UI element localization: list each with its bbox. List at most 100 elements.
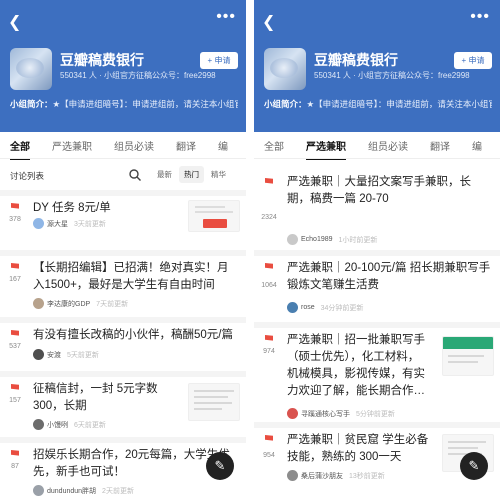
tab-bar: 全部 严选兼职 组员必读 翻译 编: [0, 138, 246, 160]
sort-latest[interactable]: 最新: [152, 166, 177, 183]
panel-gap: [246, 0, 254, 500]
flag-icon: [265, 178, 273, 184]
discussion-list: 378 DY 任务 8元/单 源大星 3天前更新 167 【长期招编辑】已招满！绝…: [0, 190, 246, 500]
author-name: 桑后蒲沙朋友: [301, 472, 343, 480]
item-author[interactable]: 源大星 3天前更新: [33, 218, 106, 229]
vote-count: 974: [263, 348, 275, 355]
discussion-toolbar: 讨论列表 最新 热门 精华: [0, 166, 246, 186]
back-chevron-icon[interactable]: ❮: [262, 12, 275, 32]
item-author[interactable]: rose 34分钟前更新: [287, 302, 363, 313]
flag-icon: [11, 450, 19, 456]
flag-icon: [11, 330, 19, 336]
discussion-list: 2324 严选兼职｜大量招文案写手兼职，长期，稿费一篇 20-70 Echo19…: [254, 166, 500, 500]
apply-button[interactable]: + 申请: [200, 52, 238, 69]
avatar: [33, 485, 44, 496]
back-chevron-icon[interactable]: ❮: [8, 12, 21, 32]
divider: [254, 158, 500, 159]
tab-all[interactable]: 全部: [10, 138, 30, 160]
item-author[interactable]: dundundun胖胡 2天前更新: [33, 485, 134, 496]
tab-members-must-read[interactable]: 组员必读: [114, 138, 154, 156]
flag-icon: [265, 335, 273, 341]
list-item[interactable]: 2324 严选兼职｜大量招文案写手兼职，长期，稿费一篇 20-70 Echo19…: [254, 166, 500, 250]
edit-icon[interactable]: ✎: [206, 452, 234, 480]
vote-count: 537: [9, 343, 21, 350]
author-name: 寻蹊通核心写手: [301, 410, 350, 418]
sort-hot[interactable]: 热门: [179, 166, 204, 183]
update-time: 5分钟前更新: [356, 410, 395, 418]
group-intro[interactable]: 小组简介：★【申请进组暗号】：申请进组前，请关注本小组官方征稿平台微信公众号：丁…: [10, 98, 238, 111]
avatar: [33, 419, 44, 430]
intro-label: 小组简介：: [264, 99, 307, 109]
item-title: 严选兼职｜20-100元/篇 招长期兼职写手 锻炼文笔赚生活费: [287, 262, 491, 291]
list-item[interactable]: 378 DY 任务 8元/单 源大星 3天前更新: [0, 190, 246, 250]
flag-icon: [11, 384, 19, 390]
list-item[interactable]: 167 【长期招编辑】已招满！绝对真实！月入1500+，最好是大学生有自由时间 …: [0, 250, 246, 317]
update-time: 13秒前更新: [349, 472, 385, 480]
vote-count: 1064: [261, 282, 277, 289]
edit-icon[interactable]: ✎: [460, 452, 488, 480]
divider: [0, 158, 246, 159]
vote-count: 87: [11, 463, 19, 470]
item-title: 严选兼职｜大量招文案写手兼职，长期，稿费一篇 20-70: [287, 176, 471, 205]
author-name: 李达康的GDP: [47, 300, 91, 308]
item-author[interactable]: 寻蹊通核心写手 5分钟前更新: [287, 408, 395, 419]
intro-text: ★【申请进组暗号】：申请进组前，请关注本小组官方征稿平台微信公众号：丁小云（fr…: [306, 99, 492, 109]
group-avatar: [10, 48, 52, 90]
item-author[interactable]: 桑后蒲沙朋友 13秒前更新: [287, 470, 385, 481]
tab-edit[interactable]: 编: [218, 138, 228, 156]
flag-icon: [265, 263, 273, 269]
list-item[interactable]: 1064 严选兼职｜20-100元/篇 招长期兼职写手 锻炼文笔赚生活费 ros…: [254, 250, 500, 322]
author-name: dundundun胖胡: [47, 487, 97, 495]
item-author[interactable]: Echo1989 1小时前更新: [287, 234, 377, 245]
list-item[interactable]: 157 征稿信封，一封 5元字数 300，长期 小馒咧 6天前更新: [0, 371, 246, 437]
flag-icon: [265, 435, 273, 441]
sort-featured[interactable]: 精华: [206, 166, 231, 183]
item-thumbnail[interactable]: [188, 200, 240, 232]
group-avatar: [264, 48, 306, 90]
group-header: ❮ ••• 豆瓣稿费银行 550341 人 · 小组官方征稿公众号：free29…: [0, 0, 246, 132]
group-intro[interactable]: 小组简介：★【申请进组暗号】：申请进组前，请关注本小组官方征稿平台微信公众号：丁…: [264, 98, 492, 111]
group-name: 豆瓣稿费银行: [60, 52, 144, 68]
avatar: [33, 298, 44, 309]
update-time: 34分钟前更新: [320, 304, 364, 312]
author-name: Echo1989: [301, 236, 333, 243]
item-author[interactable]: 李达康的GDP 7天前更新: [33, 298, 128, 309]
more-dots-icon[interactable]: •••: [216, 8, 236, 26]
avatar: [33, 349, 44, 360]
tab-translation[interactable]: 翻译: [430, 138, 450, 156]
item-title: 严选兼职｜招一批兼职写手（硕士优先），化工材料，机械模具，影视传媒，有实力欢迎了…: [287, 334, 425, 397]
item-thumbnail[interactable]: [442, 336, 494, 376]
item-title: 【长期招编辑】已招满！绝对真实！月入1500+，最好是大学生有自由时间: [33, 262, 229, 291]
item-author[interactable]: 安渡 5天前更新: [33, 349, 99, 360]
update-time: 6天前更新: [74, 421, 106, 429]
avatar: [287, 408, 298, 419]
tab-all[interactable]: 全部: [264, 138, 284, 156]
avatar: [33, 218, 44, 229]
tab-translation[interactable]: 翻译: [176, 138, 196, 156]
update-time: 1小时前更新: [338, 236, 378, 244]
update-time: 7天前更新: [96, 300, 129, 308]
list-item[interactable]: 537 有没有擅长改稿的小伙伴，稿酬50元/篇 安渡 5天前更新: [0, 317, 246, 371]
tab-edit[interactable]: 编: [472, 138, 482, 156]
tab-selected-jobs[interactable]: 严选兼职: [52, 138, 92, 156]
avatar: [287, 302, 298, 313]
left-screen: ❮ ••• 豆瓣稿费银行 550341 人 · 小组官方征稿公众号：free29…: [0, 0, 246, 500]
item-title: 严选兼职｜贫民窟 学生必备技能，熟练的 300一天: [287, 434, 429, 463]
item-author[interactable]: 小馒咧 6天前更新: [33, 419, 106, 430]
group-member-count: 550341 人 · 小组官方征稿公众号：free2998: [60, 71, 216, 80]
search-icon[interactable]: [128, 168, 142, 182]
author-name: rose: [301, 304, 315, 311]
update-time: 5天前更新: [67, 351, 99, 359]
vote-count: 157: [9, 397, 21, 404]
sort-options: 最新 热门 精华: [152, 166, 231, 183]
item-title: DY 任务 8元/单: [33, 202, 111, 214]
item-thumbnail[interactable]: [188, 383, 240, 421]
list-item[interactable]: 974 严选兼职｜招一批兼职写手（硕士优先），化工材料，机械模具，影视传媒，有实…: [254, 322, 500, 422]
tab-bar: 全部 严选兼职 组员必读 翻译 编: [254, 138, 500, 160]
update-time: 3天前更新: [74, 220, 106, 228]
apply-button[interactable]: + 申请: [454, 52, 492, 69]
more-dots-icon[interactable]: •••: [470, 8, 490, 26]
vote-count: 167: [9, 276, 21, 283]
tab-selected-jobs[interactable]: 严选兼职: [306, 138, 346, 160]
tab-members-must-read[interactable]: 组员必读: [368, 138, 408, 156]
